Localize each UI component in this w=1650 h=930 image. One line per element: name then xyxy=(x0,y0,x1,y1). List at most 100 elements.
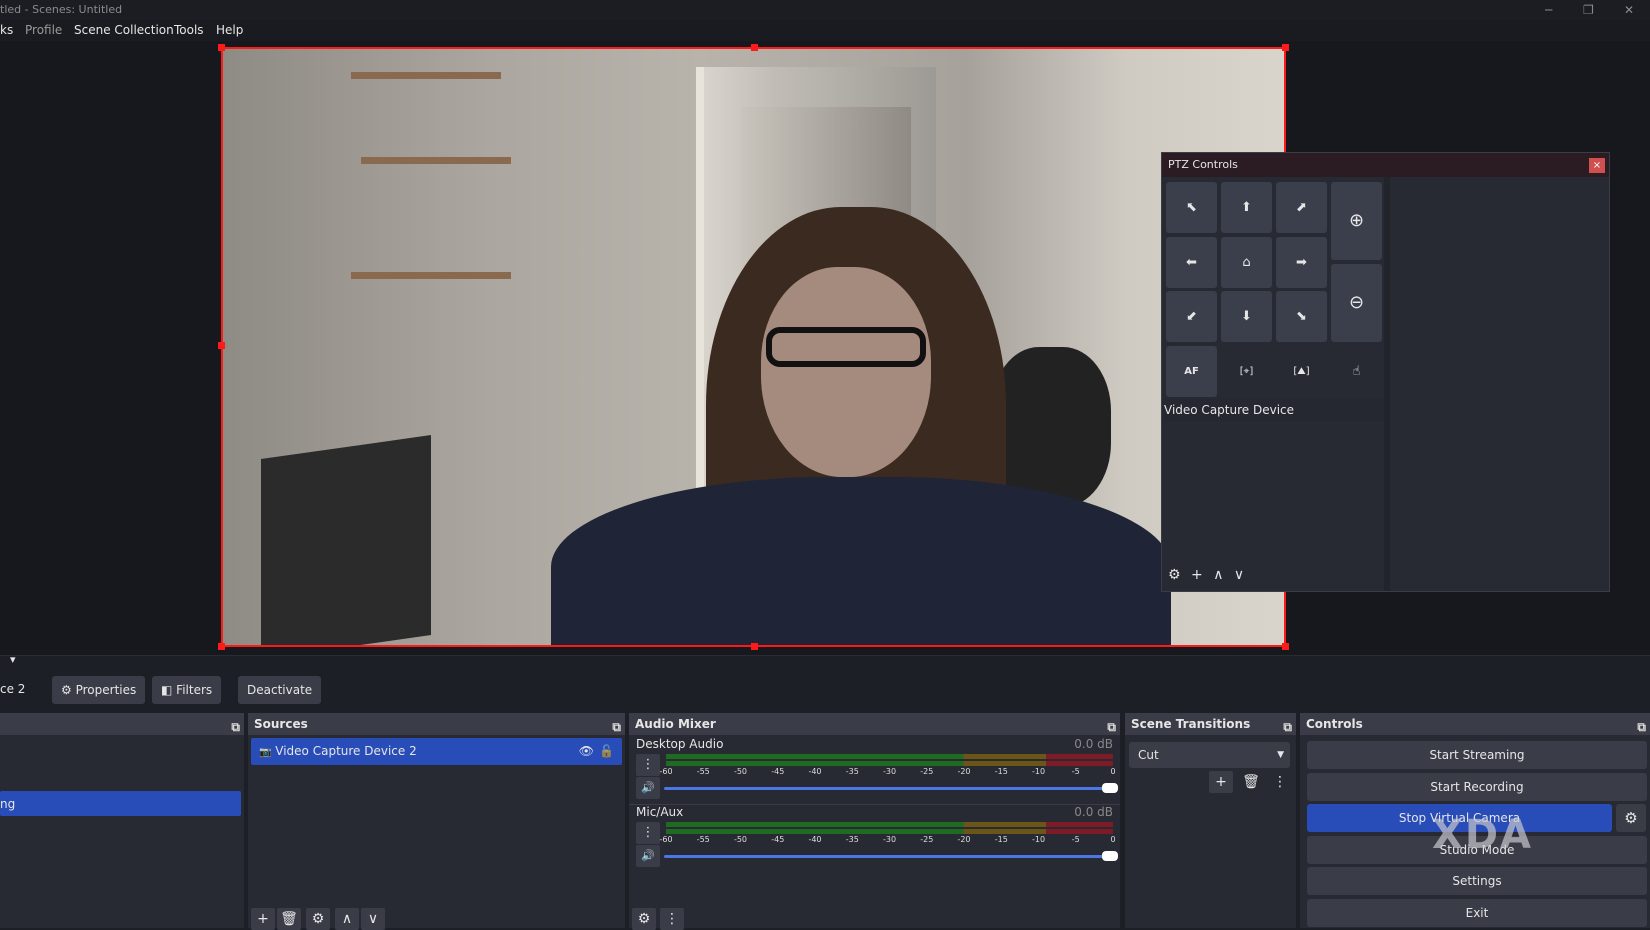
ptz-title: PTZ Controls xyxy=(1162,153,1609,177)
resize-handle[interactable] xyxy=(751,44,758,51)
selection-frame[interactable] xyxy=(218,44,1289,650)
menu-docks[interactable]: ks xyxy=(0,20,13,41)
scale-label: 0 xyxy=(1110,835,1116,844)
transition-value: Cut xyxy=(1138,748,1159,762)
autofocus-button[interactable]: AF xyxy=(1166,346,1217,397)
resize-handle[interactable] xyxy=(218,643,225,650)
remove-transition-button[interactable]: 🗑 xyxy=(1239,771,1263,793)
ptz-footer: ⚙ + ∧ ∨ xyxy=(1168,567,1250,583)
remove-source-button[interactable]: 🗑 xyxy=(277,908,301,930)
scale-label: -55 xyxy=(696,835,710,844)
home-button[interactable]: ⌂ xyxy=(1221,237,1272,288)
audio-mixer-panel: Audio Mixer ⧉ Desktop Audio 0.0 dB ⋮ 🔊 -60 -55… xyxy=(629,713,1120,930)
lock-icon[interactable]: 🔓 xyxy=(599,738,614,764)
undock-icon[interactable]: ⧉ xyxy=(1107,716,1116,738)
xda-watermark: XDA xyxy=(1432,812,1533,858)
tilt-down-button[interactable]: ⬇ xyxy=(1221,291,1272,342)
mute-button[interactable]: 🔊 xyxy=(636,777,660,799)
advanced-audio-button[interactable]: ⚙ xyxy=(632,908,656,930)
scale-label: 0 xyxy=(1110,767,1116,776)
menu-bar: ks Profile Scene Collection Tools Help xyxy=(0,20,1650,41)
ptz-close-button[interactable]: × xyxy=(1589,158,1605,173)
chevron-up-icon[interactable]: ∧ xyxy=(1213,567,1223,583)
virtual-camera-settings-button[interactable]: ⚙ xyxy=(1616,804,1646,832)
menu-tools[interactable]: Tools xyxy=(174,20,204,41)
sources-header: Sources ⧉ xyxy=(248,713,625,735)
deactivate-button[interactable]: Deactivate xyxy=(238,676,322,704)
scale-label: -45 xyxy=(771,767,785,776)
close-button[interactable]: ✕ xyxy=(1624,0,1634,20)
pan-left-button[interactable]: ⬅ xyxy=(1166,237,1217,288)
slider-handle[interactable] xyxy=(1102,851,1118,861)
ptz-splitter[interactable] xyxy=(1384,177,1390,591)
undock-icon[interactable]: ⧉ xyxy=(1637,716,1646,738)
add-source-button[interactable]: + xyxy=(251,908,275,930)
resize-handle[interactable] xyxy=(1282,643,1289,650)
channel-menu-button[interactable]: ⋮ xyxy=(636,822,660,844)
ptz-device-item[interactable]: Video Capture Device xyxy=(1162,399,1384,421)
resize-handle[interactable] xyxy=(1282,44,1289,51)
scale-label: -5 xyxy=(1071,835,1080,844)
visibility-icon[interactable]: 👁 xyxy=(579,738,594,764)
source-item[interactable]: 📷 Video Capture Device 2 👁 🔓 xyxy=(251,738,622,765)
start-recording-button[interactable]: Start Recording xyxy=(1307,773,1647,801)
scale-label: -20 xyxy=(957,835,971,844)
exit-button[interactable]: Exit xyxy=(1307,899,1647,927)
undock-icon[interactable]: ⧉ xyxy=(612,716,621,738)
mixer-menu-button[interactable]: ⋮ xyxy=(660,908,684,930)
pan-up-left-button[interactable]: ⬉ xyxy=(1166,182,1217,233)
menu-scene-collection[interactable]: Scene Collection xyxy=(74,20,174,41)
pan-right-button[interactable]: ➡ xyxy=(1276,237,1327,288)
meter-scale: -60 -55 -50 -45 -40 -35 -30 -25 -20 -15 -10 -5 0 xyxy=(659,835,1116,847)
undock-icon[interactable]: ⧉ xyxy=(1283,716,1292,738)
scale-label: -40 xyxy=(808,767,822,776)
pan-up-right-button[interactable]: ⬈ xyxy=(1276,182,1327,233)
gear-icon[interactable]: ⚙ xyxy=(1168,567,1181,583)
zoom-out-button[interactable]: ⊖ xyxy=(1331,264,1382,342)
slider-handle[interactable] xyxy=(1102,783,1118,793)
resize-handle[interactable] xyxy=(218,342,225,349)
tilt-up-button[interactable]: ⬆ xyxy=(1221,182,1272,233)
move-source-down-button[interactable]: ∨ xyxy=(361,908,385,930)
focus-manual-button[interactable]: [⛰] xyxy=(1276,346,1327,397)
properties-button[interactable]: ⚙ Properties xyxy=(52,676,146,704)
channel-menu-button[interactable]: ⋮ xyxy=(636,754,660,776)
chevron-down-icon: ▼ xyxy=(1277,750,1284,760)
focus-one-touch-button[interactable]: [⌖] xyxy=(1221,346,1272,397)
menu-help[interactable]: Help xyxy=(216,20,243,41)
transition-menu-button[interactable]: ⋮ xyxy=(1268,771,1292,793)
filters-icon: ◧ xyxy=(161,683,173,697)
zoom-in-button[interactable]: ⊕ xyxy=(1331,182,1382,260)
start-streaming-button[interactable]: Start Streaming xyxy=(1307,741,1647,769)
volume-slider[interactable] xyxy=(664,851,1118,861)
pan-down-left-button[interactable]: ⬋ xyxy=(1166,291,1217,342)
scene-item[interactable]: ng xyxy=(0,791,241,816)
settings-button[interactable]: Settings xyxy=(1307,867,1647,895)
move-source-up-button[interactable]: ∧ xyxy=(335,908,359,930)
filters-button[interactable]: ◧ Filters xyxy=(152,676,222,704)
undock-icon[interactable]: ⧉ xyxy=(231,716,240,738)
resize-handle[interactable] xyxy=(751,643,758,650)
transitions-header: Scene Transitions ⧉ xyxy=(1125,713,1296,735)
touch-icon[interactable]: ☝ xyxy=(1331,346,1382,397)
preview-divider: ▾ xyxy=(0,653,1650,667)
scale-label: -25 xyxy=(920,835,934,844)
volume-meter xyxy=(666,822,1113,835)
mute-button[interactable]: 🔊 xyxy=(636,845,660,867)
scale-label: -35 xyxy=(845,767,859,776)
resize-handle[interactable] xyxy=(218,44,225,51)
channel-name: Desktop Audio xyxy=(636,737,724,751)
minimize-button[interactable]: ─ xyxy=(1545,0,1552,20)
volume-slider[interactable] xyxy=(664,783,1118,793)
scale-label: -55 xyxy=(696,767,710,776)
pan-down-right-button[interactable]: ⬊ xyxy=(1276,291,1327,342)
transition-select[interactable]: Cut ▼ xyxy=(1129,742,1290,768)
source-properties-button[interactable]: ⚙ xyxy=(306,908,330,930)
title-bar: tled - Scenes: Untitled ─ ❐ ✕ xyxy=(0,0,1650,20)
collapse-icon[interactable]: ▾ xyxy=(10,653,16,666)
menu-profile[interactable]: Profile xyxy=(25,20,62,41)
chevron-down-icon[interactable]: ∨ xyxy=(1234,567,1244,583)
plus-icon[interactable]: + xyxy=(1191,567,1203,583)
add-transition-button[interactable]: + xyxy=(1209,771,1233,793)
maximize-button[interactable]: ❐ xyxy=(1583,0,1594,20)
